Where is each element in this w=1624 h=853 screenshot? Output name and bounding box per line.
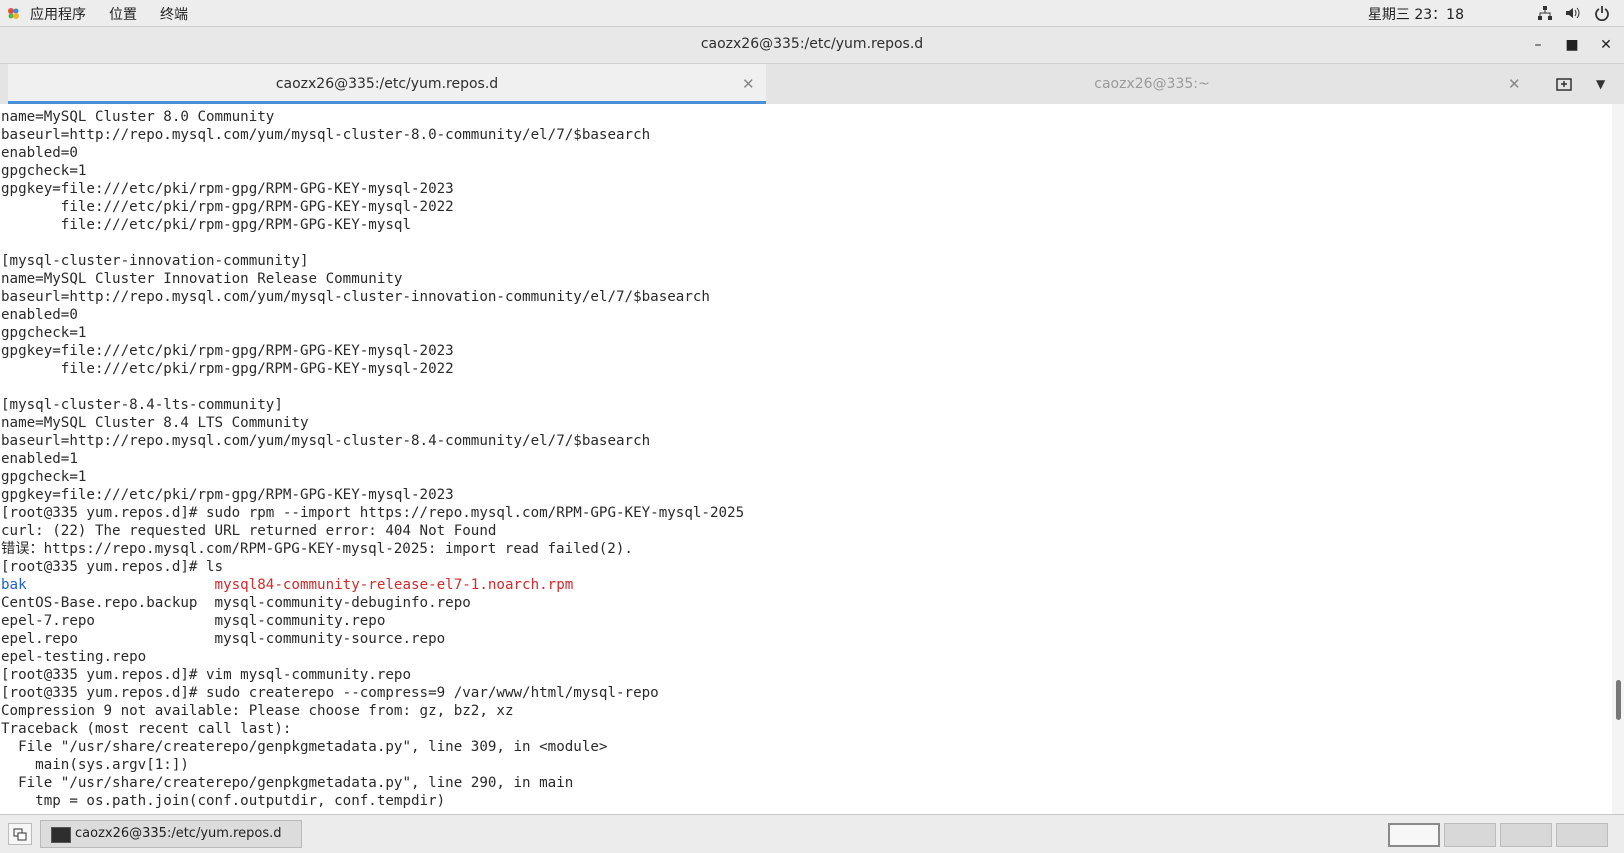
terminal-line: [root@335 yum.repos.d]# ls — [1, 559, 224, 575]
terminal-text: name=MySQL Cluster 8.0 Community baseurl=… — [1, 108, 744, 810]
tab-label: caozx26@335:/etc/yum.repos.d — [275, 76, 499, 92]
menu-terminal[interactable]: 终端 — [160, 4, 188, 24]
ls-entry-right: mysql-community-debuginfo.repo — [214, 595, 471, 611]
show-desktop-button[interactable] — [8, 823, 32, 845]
ls-row: CentOS-Base.repo.backup mysql-community-… — [1, 594, 744, 612]
new-tab-icon[interactable] — [1554, 74, 1574, 94]
scrollbar-thumb[interactable] — [1616, 680, 1621, 720]
terminal-icon — [51, 827, 71, 843]
terminal-line: enabled=0 — [1, 145, 78, 161]
menu-places[interactable]: 位置 — [109, 4, 137, 24]
bottom-taskbar: caozx26@335:/etc/yum.repos.d — [0, 814, 1624, 853]
terminal-line: gpgcheck=1 — [1, 325, 87, 341]
terminal-line: file:///etc/pki/rpm-gpg/RPM-GPG-KEY-mysq… — [1, 199, 454, 215]
menu-applications[interactable]: 应用程序 — [30, 4, 86, 24]
workspace-1[interactable] — [1388, 823, 1440, 847]
terminal-line: [mysql-cluster-8.4-lts-community] — [1, 397, 283, 413]
ls-row: epel.repo mysql-community-source.repo — [1, 630, 744, 648]
terminal-line: [root@335 yum.repos.d]# sudo rpm --impor… — [1, 505, 745, 521]
taskbar-window-label: caozx26@335:/etc/yum.repos.d — [75, 826, 282, 841]
tab-close-icon[interactable]: ✕ — [1508, 64, 1521, 104]
ls-row: bak mysql84-community-release-el7-1.noar… — [1, 576, 744, 594]
terminal-line: gpgcheck=1 — [1, 163, 87, 179]
terminal-line: baseurl=http://repo.mysql.com/yum/mysql-… — [1, 433, 651, 449]
top-panel: 应用程序 位置 终端 星期三 23：18 — [0, 0, 1624, 27]
terminal-line: [root@335 yum.repos.d]# vim mysql-commun… — [1, 667, 411, 683]
terminal-line: enabled=1 — [1, 451, 78, 467]
taskbar-window-item[interactable]: caozx26@335:/etc/yum.repos.d — [40, 820, 302, 848]
terminal-line: tmp = os.path.join(conf.outputdir, conf.… — [1, 793, 446, 809]
gnome-apps-icon — [8, 8, 19, 19]
ls-entry-right: mysql-community-source.repo — [214, 631, 446, 647]
network-icon[interactable] — [1537, 5, 1553, 21]
terminal-line: gpgkey=file:///etc/pki/rpm-gpg/RPM-GPG-K… — [1, 181, 454, 197]
workspace-4[interactable] — [1556, 823, 1608, 847]
window-title: caozx26@335:/etc/yum.repos.d — [700, 36, 924, 52]
terminal-line: baseurl=http://repo.mysql.com/yum/mysql-… — [1, 127, 651, 143]
clock[interactable]: 星期三 23：18 — [1368, 4, 1464, 24]
tab-label: caozx26@335:~ — [1094, 76, 1210, 92]
power-icon[interactable] — [1594, 5, 1610, 21]
ls-row: epel-7.repo mysql-community.repo — [1, 612, 744, 630]
terminal-line: enabled=0 — [1, 307, 78, 323]
scrollbar[interactable] — [1612, 104, 1624, 814]
ls-entry-left: epel.repo — [1, 631, 215, 647]
maximize-button[interactable]: ■ — [1562, 35, 1582, 55]
terminal-line: file:///etc/pki/rpm-gpg/RPM-GPG-KEY-mysq… — [1, 217, 411, 233]
terminal-line: file:///etc/pki/rpm-gpg/RPM-GPG-KEY-mysq… — [1, 361, 454, 377]
terminal-line: Compression 9 not available: Please choo… — [1, 703, 514, 719]
terminal-line: [root@335 yum.repos.d]# sudo createrepo … — [1, 685, 659, 701]
terminal-line: name=MySQL Cluster 8.0 Community — [1, 109, 275, 125]
terminal-line: gpgkey=file:///etc/pki/rpm-gpg/RPM-GPG-K… — [1, 487, 454, 503]
tab-home[interactable]: caozx26@335:~ ✕ — [766, 64, 1538, 104]
minimize-button[interactable]: – — [1528, 35, 1548, 55]
ls-entry-right: mysql84-community-release-el7-1.noarch.r… — [214, 577, 574, 593]
terminal-line: name=MySQL Cluster Innovation Release Co… — [1, 271, 403, 287]
ls-entry-left: epel-7.repo — [1, 613, 215, 629]
ls-entry-left: CentOS-Base.repo.backup — [1, 595, 215, 611]
terminal-line: baseurl=http://repo.mysql.com/yum/mysql-… — [1, 289, 710, 305]
volume-icon[interactable] — [1564, 5, 1580, 21]
terminal-output[interactable]: name=MySQL Cluster 8.0 Community baseurl=… — [0, 104, 1612, 814]
terminal-line: gpgcheck=1 — [1, 469, 87, 485]
tab-yum-repos[interactable]: caozx26@335:/etc/yum.repos.d ✕ — [8, 64, 766, 104]
tab-close-icon[interactable]: ✕ — [742, 64, 755, 104]
workspace-3[interactable] — [1500, 823, 1552, 847]
show-desktop-icon — [13, 828, 27, 841]
terminal-line: 错误：https://repo.mysql.com/RPM-GPG-KEY-my… — [1, 541, 633, 557]
workspace-2[interactable] — [1444, 823, 1496, 847]
terminal-line: gpgkey=file:///etc/pki/rpm-gpg/RPM-GPG-K… — [1, 343, 454, 359]
ls-entry-left: epel-testing.repo — [1, 649, 215, 665]
terminal-line: Traceback (most recent call last): — [1, 721, 292, 737]
window-titlebar[interactable]: caozx26@335:/etc/yum.repos.d – ■ ✕ — [0, 27, 1624, 64]
terminal-line: curl: (22) The requested URL returned er… — [1, 523, 497, 539]
ls-entry-right: mysql-community.repo — [214, 613, 386, 629]
terminal-line: [mysql-cluster-innovation-community] — [1, 253, 309, 269]
terminal-line: name=MySQL Cluster 8.4 LTS Community — [1, 415, 309, 431]
terminal-line: File "/usr/share/createrepo/genpkgmetada… — [1, 739, 608, 755]
ls-entry-left: bak — [1, 577, 215, 593]
terminal-line: main(sys.argv[1:]) — [1, 757, 189, 773]
close-button[interactable]: ✕ — [1596, 35, 1616, 55]
chevron-down-icon[interactable]: ▼ — [1596, 74, 1614, 94]
terminal-line: File "/usr/share/createrepo/genpkgmetada… — [1, 775, 574, 791]
tab-bar: caozx26@335:/etc/yum.repos.d ✕ caozx26@3… — [0, 64, 1624, 105]
ls-row: epel-testing.repo — [1, 648, 744, 666]
